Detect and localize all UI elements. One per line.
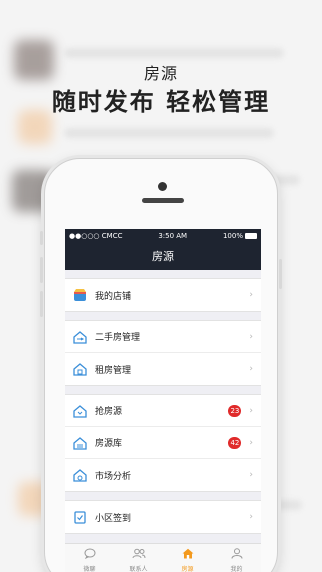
power-button — [279, 259, 282, 289]
market-analysis-icon — [73, 468, 87, 482]
house-icon — [182, 544, 194, 563]
checkin-icon — [73, 510, 87, 524]
battery: 100% — [223, 232, 257, 240]
menu-item-label: 房源库 — [95, 439, 123, 449]
menu-item-my-store[interactable]: 我的店铺 › — [65, 279, 261, 311]
menu-item-label: 市场分析 — [95, 471, 132, 482]
chevron-right-icon: › — [249, 364, 253, 374]
menu-item-secondhand[interactable]: 二手房管理 › — [65, 321, 261, 353]
nav-bar: 房源 — [65, 242, 261, 270]
tab-label: 微聊 — [83, 566, 96, 572]
menu-group: 抢房源 23 › 房源库 42 › 市场分析 › — [65, 394, 261, 492]
page-title: 房源 — [152, 250, 174, 263]
volume-button — [40, 257, 43, 283]
menu-group: 二手房管理 › 租房管理 › — [65, 320, 261, 386]
count-badge: 42 — [228, 436, 242, 449]
menu-group: 小区签到 › — [65, 500, 261, 534]
chevron-right-icon: › — [249, 290, 253, 300]
tab-chat[interactable]: 微聊 — [65, 544, 114, 572]
contacts-icon — [132, 544, 146, 563]
house-library-icon — [73, 436, 87, 450]
menu-group: 我的店铺 › — [65, 278, 261, 312]
background-blur — [64, 128, 274, 138]
chat-icon — [84, 544, 96, 563]
phone-frame: ●●○○○ CMCC 3:50 AM 100% 房源 我的店铺 › 二手房管理 … — [40, 158, 282, 572]
menu-item-label: 我的店铺 — [95, 291, 132, 302]
menu-item-rent[interactable]: 租房管理 › — [65, 353, 261, 385]
profile-icon — [231, 544, 243, 563]
grab-house-icon — [73, 404, 87, 418]
battery-icon — [244, 232, 257, 239]
volume-button — [40, 291, 43, 317]
menu-item-label: 抢房源 — [95, 407, 123, 417]
tab-label: 房源 — [181, 566, 194, 572]
chevron-right-icon: › — [249, 470, 253, 480]
chevron-right-icon: › — [249, 331, 253, 342]
camera — [158, 182, 167, 191]
tab-contacts[interactable]: 联系人 — [114, 544, 163, 572]
volume-button — [40, 231, 43, 245]
swap-house-icon — [73, 330, 87, 344]
menu-item-library[interactable]: 房源库 42 › — [65, 427, 261, 459]
clock: 3:50 AM — [158, 231, 188, 240]
tab-houses[interactable]: 房源 — [163, 544, 212, 572]
battery-label: 100% — [222, 231, 243, 240]
count-badge: 23 — [228, 404, 242, 417]
store-icon — [73, 288, 87, 302]
status-bar: ●●○○○ CMCC 3:50 AM 100% — [65, 229, 261, 242]
menu-item-label: 小区签到 — [95, 513, 132, 524]
tab-label: 联系人 — [129, 566, 148, 572]
menu-item-label: 租房管理 — [95, 365, 132, 376]
headline-title: 随时发布 轻松管理 — [51, 88, 271, 116]
headline-subtitle: 房源 — [143, 64, 178, 83]
rent-house-icon — [73, 362, 87, 376]
phone-screen: ●●○○○ CMCC 3:50 AM 100% 房源 我的店铺 › 二手房管理 … — [65, 229, 261, 572]
tab-label: 我的 — [230, 566, 243, 572]
tab-profile[interactable]: 我的 — [212, 544, 261, 572]
menu-item-market[interactable]: 市场分析 › — [65, 459, 261, 491]
chevron-right-icon: › — [249, 405, 253, 416]
menu-item-label: 二手房管理 — [95, 333, 141, 343]
speaker — [142, 198, 184, 203]
chevron-right-icon: › — [249, 512, 253, 522]
carrier: ●●○○○ CMCC — [69, 231, 123, 240]
chevron-right-icon: › — [249, 437, 253, 448]
menu-item-grab[interactable]: 抢房源 23 › — [65, 395, 261, 427]
tab-bar: 微聊 联系人 房源 我的 — [65, 543, 261, 572]
menu-item-checkin[interactable]: 小区签到 › — [65, 501, 261, 533]
background-blur — [64, 48, 284, 58]
